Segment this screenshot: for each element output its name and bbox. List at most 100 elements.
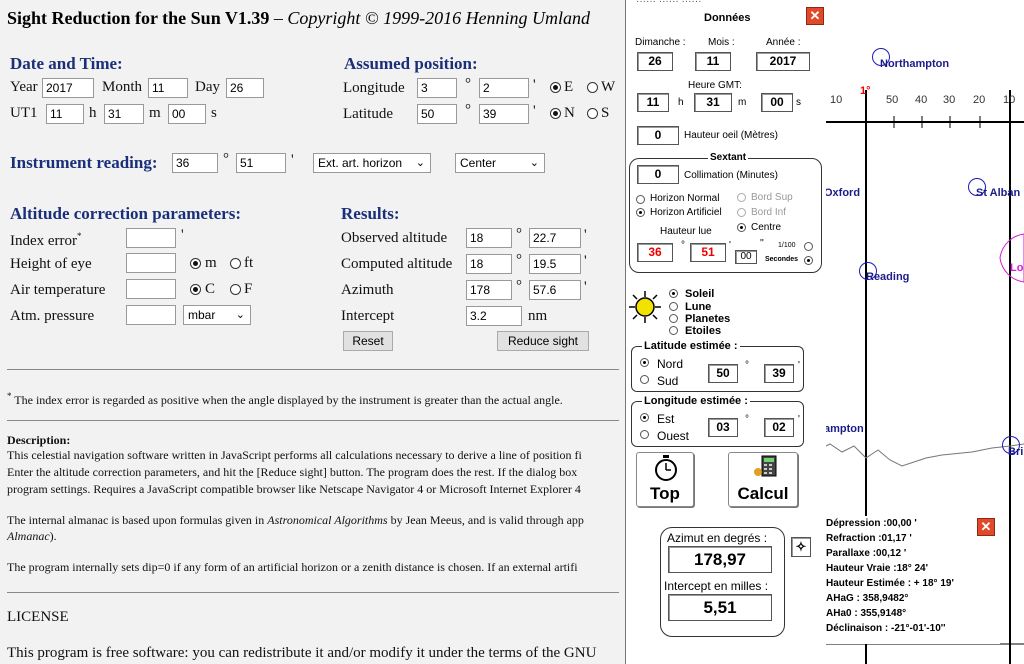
day-field[interactable]: 26 — [637, 52, 673, 71]
hauteur-estimee-readout: Hauteur Estimée : + 18° 19' — [826, 578, 954, 589]
meters-radio[interactable] — [190, 258, 201, 269]
index-error-label: Index error* — [10, 231, 82, 250]
lune-radio[interactable] — [669, 302, 678, 311]
intercept-value[interactable]: 3.2 — [466, 306, 522, 326]
star-icon[interactable]: ✧ — [791, 537, 811, 557]
nord-radio[interactable] — [640, 358, 649, 367]
month-field[interactable]: 11 — [695, 52, 731, 71]
latitude-degrees-field[interactable]: 50 — [708, 364, 738, 383]
calculator-icon — [754, 455, 777, 477]
feet-radio[interactable] — [230, 258, 241, 269]
bord-inf-radio[interactable] — [737, 208, 746, 217]
west-radio[interactable] — [587, 82, 598, 93]
parallaxe-readout: Parallaxe :00,12 ' — [826, 548, 907, 559]
minute-symbol: ' — [798, 414, 800, 425]
azimuth-minutes[interactable]: 57.6 — [529, 280, 581, 300]
close-icon[interactable]: ✕ — [806, 7, 824, 25]
hauteur-degrees-field[interactable]: 36 — [637, 243, 673, 262]
longitude-minutes-field[interactable]: 02 — [764, 418, 794, 437]
index-error-input[interactable] — [126, 228, 176, 248]
centre-radio[interactable] — [737, 223, 746, 232]
intercept-label: Intercept — [341, 308, 395, 324]
depression-readout: Dépression :00,00 ' — [826, 518, 917, 529]
year-field[interactable]: 2017 — [756, 52, 810, 71]
horizon-select[interactable]: Ext. art. horizon ⌄ — [313, 153, 431, 173]
gmt-minutes-field[interactable]: 31 — [694, 93, 732, 112]
month-label: Mois : — [708, 37, 735, 48]
pressure-unit-select[interactable]: mbar ⌄ — [183, 305, 251, 325]
intercept-unit: nm — [528, 308, 548, 324]
ouest-label: Ouest — [657, 429, 690, 443]
day-input[interactable]: 26 — [226, 78, 264, 98]
chevron-down-icon: ⌄ — [415, 157, 425, 169]
planetes-radio[interactable] — [669, 314, 678, 323]
collimation-field[interactable]: 0 — [637, 165, 679, 184]
longitude-degrees-field[interactable]: 03 — [708, 418, 738, 437]
ut1-seconds-input[interactable]: 00 — [168, 104, 206, 124]
latitude-degrees-input[interactable]: 50 — [417, 104, 457, 124]
assumed-position-heading: Assumed position: — [344, 54, 478, 73]
bord-sup-radio[interactable] — [737, 193, 746, 202]
observed-altitude-degrees[interactable]: 18 — [466, 228, 512, 248]
hundredths-radio[interactable] — [804, 242, 813, 251]
city-reading: Reading — [866, 271, 910, 283]
soleil-radio[interactable] — [669, 289, 678, 298]
eye-height-field[interactable]: 0 — [637, 126, 679, 145]
est-radio[interactable] — [640, 413, 649, 422]
height-of-eye-input[interactable] — [126, 253, 176, 273]
minute-symbol: ' — [533, 77, 536, 93]
gmt-hours-field[interactable]: 11 — [637, 93, 669, 112]
gmt-seconds-field[interactable]: 00 — [761, 93, 793, 112]
year-input[interactable]: 2017 — [42, 78, 94, 98]
longitude-degrees-input[interactable]: 3 — [417, 78, 457, 98]
azimuth-degrees[interactable]: 178 — [466, 280, 512, 300]
page-title-name: Sight Reduction for the Sun V1.39 — [7, 8, 270, 28]
close-icon[interactable]: ✕ — [977, 518, 995, 536]
fahrenheit-radio[interactable] — [230, 284, 241, 295]
computed-altitude-minutes[interactable]: 19.5 — [529, 254, 581, 274]
month-label: Month — [102, 79, 143, 95]
intercept-value[interactable]: 5,51 — [668, 594, 772, 621]
ouest-radio[interactable] — [640, 430, 649, 439]
instrument-degrees-input[interactable]: 36 — [172, 153, 218, 173]
sud-radio[interactable] — [640, 375, 649, 384]
latitude-minutes-field[interactable]: 39 — [764, 364, 794, 383]
instrument-minutes-input[interactable]: 51 — [236, 153, 286, 173]
longitude-minutes-input[interactable]: 2 — [479, 78, 529, 98]
month-input[interactable]: 11 — [148, 78, 188, 98]
azimut-value[interactable]: 178,97 — [668, 546, 772, 573]
reset-button[interactable]: Reset — [343, 331, 393, 351]
observed-altitude-minutes[interactable]: 22.7 — [529, 228, 581, 248]
latitude-minutes-input[interactable]: 39 — [479, 104, 529, 124]
almanac-book-title: Astronomical Algorithms — [267, 513, 388, 527]
scale-label: 40 — [915, 94, 928, 106]
limb-select[interactable]: Center ⌄ — [455, 153, 545, 173]
minute-symbol: ' — [533, 103, 536, 119]
ut1-minutes-input[interactable]: 31 — [104, 104, 144, 124]
hauteur-minutes-field[interactable]: 51 — [690, 243, 726, 262]
celsius-radio[interactable] — [190, 284, 201, 295]
sextant-title: Sextant — [708, 152, 749, 163]
air-temperature-input[interactable] — [126, 279, 176, 299]
degree-symbol: ° — [516, 226, 522, 242]
east-radio[interactable] — [550, 82, 561, 93]
hundredths-label: 1/100 — [778, 242, 796, 249]
atm-pressure-input[interactable] — [126, 305, 176, 325]
degree-symbol: ° — [516, 252, 522, 268]
celsius-label: C — [205, 281, 216, 297]
south-radio[interactable] — [587, 108, 598, 119]
top-button[interactable]: Top — [636, 452, 694, 507]
horizon-normal-radio[interactable] — [636, 195, 645, 204]
seconds-radio[interactable] — [804, 256, 813, 265]
computed-altitude-degrees[interactable]: 18 — [466, 254, 512, 274]
page-title-copyright: – Copyright © 1999-2016 Henning Umland — [269, 8, 591, 28]
reduce-sight-button[interactable]: Reduce sight — [497, 331, 589, 351]
date-time-heading: Date and Time: — [10, 54, 123, 73]
etoiles-radio[interactable] — [669, 326, 678, 335]
footnote-text: The index error is regarded as positive … — [14, 393, 563, 407]
north-radio[interactable] — [550, 108, 561, 119]
ut1-hours-input[interactable]: 11 — [46, 104, 84, 124]
calcul-button[interactable]: Calcul — [728, 452, 798, 507]
hauteur-seconds-field[interactable]: 00 — [735, 250, 757, 264]
horizon-artificiel-radio[interactable] — [636, 208, 645, 217]
